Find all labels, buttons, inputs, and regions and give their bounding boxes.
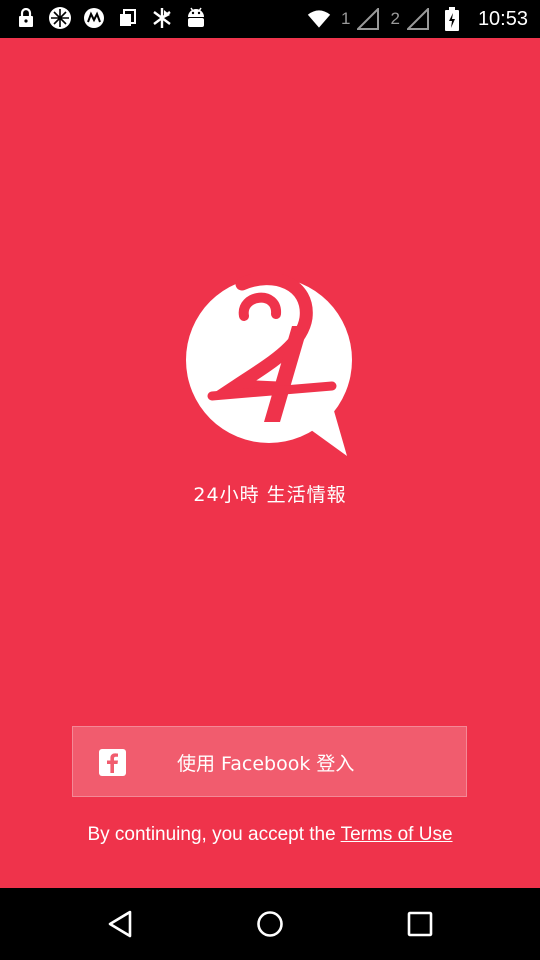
transfer-icon [150, 6, 174, 30]
24-logo [186, 274, 352, 456]
home-icon[interactable] [252, 906, 288, 942]
recents-icon[interactable] [402, 906, 438, 942]
signal-sim1-icon [356, 7, 380, 31]
battery-icon [440, 7, 464, 31]
lock-icon [14, 6, 38, 30]
sim1-label: 1 [341, 9, 351, 28]
terms-of-use-link[interactable]: Terms of Use [341, 824, 453, 845]
app-tagline: 24小時 生活情報 [193, 484, 347, 506]
sim-icon [116, 6, 140, 30]
navigation-bar [0, 888, 540, 960]
system-status: 1 2 10:53 [307, 0, 528, 38]
sim2-label: 2 [390, 9, 400, 28]
notification-icons [14, 6, 208, 30]
facebook-login-button[interactable]: 使用 Facebook 登入 [72, 726, 467, 797]
terms-prefix: By continuing, you accept the [87, 824, 336, 845]
android-icon [184, 6, 208, 30]
clock: 10:53 [477, 7, 528, 30]
motorola-icon [82, 6, 106, 30]
facebook-icon [99, 749, 126, 776]
back-icon[interactable] [102, 906, 138, 942]
terms-notice: By continuing, you accept the Terms of U… [0, 824, 540, 846]
app-icon [48, 6, 72, 30]
signal-sim2-icon [406, 7, 430, 31]
wifi-icon [307, 7, 331, 31]
login-screen: 24小時 生活情報 使用 Facebook 登入 By continuing, … [0, 38, 540, 888]
status-bar: 1 2 10:53 [0, 0, 540, 38]
facebook-login-label: 使用 Facebook 登入 [177, 753, 355, 775]
